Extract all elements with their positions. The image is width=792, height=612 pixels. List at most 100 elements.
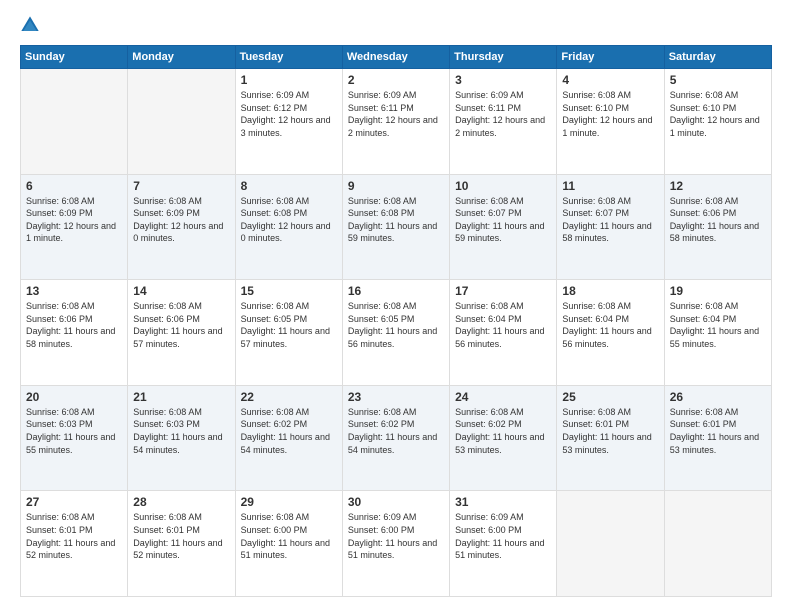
day-number: 27 [26, 495, 122, 509]
calendar-day-cell: 26 Sunrise: 6:08 AM Sunset: 6:01 PM Dayli… [664, 385, 771, 491]
day-info: Sunrise: 6:08 AM Sunset: 6:03 PM Dayligh… [133, 406, 229, 456]
day-info: Sunrise: 6:08 AM Sunset: 6:02 PM Dayligh… [455, 406, 551, 456]
day-number: 3 [455, 73, 551, 87]
calendar-day-cell: 22 Sunrise: 6:08 AM Sunset: 6:02 PM Dayli… [235, 385, 342, 491]
page: SundayMondayTuesdayWednesdayThursdayFrid… [0, 0, 792, 612]
calendar-table: SundayMondayTuesdayWednesdayThursdayFrid… [20, 45, 772, 597]
day-info: Sunrise: 6:08 AM Sunset: 6:04 PM Dayligh… [562, 300, 658, 350]
day-number: 17 [455, 284, 551, 298]
day-number: 9 [348, 179, 444, 193]
day-number: 12 [670, 179, 766, 193]
calendar-day-cell: 21 Sunrise: 6:08 AM Sunset: 6:03 PM Dayli… [128, 385, 235, 491]
day-number: 7 [133, 179, 229, 193]
day-info: Sunrise: 6:08 AM Sunset: 6:01 PM Dayligh… [562, 406, 658, 456]
calendar-day-cell: 4 Sunrise: 6:08 AM Sunset: 6:10 PM Daylig… [557, 69, 664, 175]
calendar-day-cell: 27 Sunrise: 6:08 AM Sunset: 6:01 PM Dayli… [21, 491, 128, 597]
calendar-day-cell [21, 69, 128, 175]
calendar-week-row: 1Sunrise: 6:09 AM Sunset: 6:12 PM Daylig… [21, 69, 772, 175]
day-number: 1 [241, 73, 337, 87]
day-info: Sunrise: 6:08 AM Sunset: 6:07 PM Dayligh… [562, 195, 658, 245]
day-number: 19 [670, 284, 766, 298]
weekday-header: Wednesday [342, 46, 449, 69]
logo-icon [20, 15, 40, 35]
calendar-day-cell: 5Sunrise: 6:08 AM Sunset: 6:10 PM Daylig… [664, 69, 771, 175]
day-number: 20 [26, 390, 122, 404]
day-info: Sunrise: 6:08 AM Sunset: 6:01 PM Dayligh… [133, 511, 229, 561]
day-number: 14 [133, 284, 229, 298]
day-info: Sunrise: 6:09 AM Sunset: 6:11 PM Dayligh… [348, 89, 444, 139]
weekday-header: Monday [128, 46, 235, 69]
calendar-day-cell: 30Sunrise: 6:09 AM Sunset: 6:00 PM Dayli… [342, 491, 449, 597]
day-info: Sunrise: 6:08 AM Sunset: 6:09 PM Dayligh… [26, 195, 122, 245]
day-number: 2 [348, 73, 444, 87]
day-info: Sunrise: 6:08 AM Sunset: 6:08 PM Dayligh… [348, 195, 444, 245]
day-info: Sunrise: 6:08 AM Sunset: 6:06 PM Dayligh… [133, 300, 229, 350]
calendar-day-cell: 2 Sunrise: 6:09 AM Sunset: 6:11 PM Daylig… [342, 69, 449, 175]
calendar-day-cell: 28 Sunrise: 6:08 AM Sunset: 6:01 PM Dayli… [128, 491, 235, 597]
day-info: Sunrise: 6:08 AM Sunset: 6:10 PM Dayligh… [562, 89, 658, 139]
day-number: 30 [348, 495, 444, 509]
day-info: Sunrise: 6:08 AM Sunset: 6:01 PM Dayligh… [670, 406, 766, 456]
day-number: 11 [562, 179, 658, 193]
day-info: Sunrise: 6:08 AM Sunset: 6:01 PM Dayligh… [26, 511, 122, 561]
day-info: Sunrise: 6:08 AM Sunset: 6:02 PM Dayligh… [241, 406, 337, 456]
calendar-day-cell: 17 Sunrise: 6:08 AM Sunset: 6:04 PM Dayli… [450, 280, 557, 386]
day-info: Sunrise: 6:08 AM Sunset: 6:06 PM Dayligh… [26, 300, 122, 350]
calendar-day-cell: 3Sunrise: 6:09 AM Sunset: 6:11 PM Daylig… [450, 69, 557, 175]
calendar-day-cell: 31 Sunrise: 6:09 AM Sunset: 6:00 PM Dayli… [450, 491, 557, 597]
calendar-day-cell: 8Sunrise: 6:08 AM Sunset: 6:08 PM Daylig… [235, 174, 342, 280]
day-number: 22 [241, 390, 337, 404]
calendar-day-cell [557, 491, 664, 597]
header [20, 15, 772, 35]
day-number: 15 [241, 284, 337, 298]
logo [20, 15, 44, 35]
calendar-day-cell: 10Sunrise: 6:08 AM Sunset: 6:07 PM Dayli… [450, 174, 557, 280]
calendar-day-cell: 20 Sunrise: 6:08 AM Sunset: 6:03 PM Dayli… [21, 385, 128, 491]
calendar-day-cell: 12Sunrise: 6:08 AM Sunset: 6:06 PM Dayli… [664, 174, 771, 280]
day-number: 10 [455, 179, 551, 193]
day-number: 24 [455, 390, 551, 404]
day-info: Sunrise: 6:08 AM Sunset: 6:09 PM Dayligh… [133, 195, 229, 245]
calendar-day-cell: 23 Sunrise: 6:08 AM Sunset: 6:02 PM Dayli… [342, 385, 449, 491]
weekday-header: Saturday [664, 46, 771, 69]
day-info: Sunrise: 6:08 AM Sunset: 6:03 PM Dayligh… [26, 406, 122, 456]
calendar-day-cell: 29 Sunrise: 6:08 AM Sunset: 6:00 PM Dayli… [235, 491, 342, 597]
calendar-day-cell: 9 Sunrise: 6:08 AM Sunset: 6:08 PM Daylig… [342, 174, 449, 280]
calendar-week-row: 13 Sunrise: 6:08 AM Sunset: 6:06 PM Dayli… [21, 280, 772, 386]
day-info: Sunrise: 6:08 AM Sunset: 6:10 PM Dayligh… [670, 89, 766, 139]
weekday-header: Sunday [21, 46, 128, 69]
day-info: Sunrise: 6:08 AM Sunset: 6:05 PM Dayligh… [241, 300, 337, 350]
calendar-day-cell: 13 Sunrise: 6:08 AM Sunset: 6:06 PM Dayli… [21, 280, 128, 386]
calendar-week-row: 6 Sunrise: 6:08 AM Sunset: 6:09 PM Daylig… [21, 174, 772, 280]
day-number: 25 [562, 390, 658, 404]
day-number: 13 [26, 284, 122, 298]
day-number: 29 [241, 495, 337, 509]
day-number: 23 [348, 390, 444, 404]
weekday-header: Thursday [450, 46, 557, 69]
calendar-day-cell: 14 Sunrise: 6:08 AM Sunset: 6:06 PM Dayli… [128, 280, 235, 386]
day-number: 16 [348, 284, 444, 298]
calendar-day-cell: 18 Sunrise: 6:08 AM Sunset: 6:04 PM Dayli… [557, 280, 664, 386]
calendar-day-cell: 16 Sunrise: 6:08 AM Sunset: 6:05 PM Dayli… [342, 280, 449, 386]
day-info: Sunrise: 6:08 AM Sunset: 6:00 PM Dayligh… [241, 511, 337, 561]
calendar-day-cell: 7 Sunrise: 6:08 AM Sunset: 6:09 PM Daylig… [128, 174, 235, 280]
day-number: 31 [455, 495, 551, 509]
calendar-week-row: 20 Sunrise: 6:08 AM Sunset: 6:03 PM Dayli… [21, 385, 772, 491]
day-number: 28 [133, 495, 229, 509]
day-number: 26 [670, 390, 766, 404]
day-info: Sunrise: 6:08 AM Sunset: 6:05 PM Dayligh… [348, 300, 444, 350]
calendar-day-cell: 11 Sunrise: 6:08 AM Sunset: 6:07 PM Dayli… [557, 174, 664, 280]
day-info: Sunrise: 6:08 AM Sunset: 6:04 PM Dayligh… [670, 300, 766, 350]
day-number: 6 [26, 179, 122, 193]
day-info: Sunrise: 6:08 AM Sunset: 6:02 PM Dayligh… [348, 406, 444, 456]
calendar-week-row: 27 Sunrise: 6:08 AM Sunset: 6:01 PM Dayli… [21, 491, 772, 597]
day-number: 18 [562, 284, 658, 298]
calendar-day-cell: 6 Sunrise: 6:08 AM Sunset: 6:09 PM Daylig… [21, 174, 128, 280]
day-info: Sunrise: 6:08 AM Sunset: 6:04 PM Dayligh… [455, 300, 551, 350]
day-info: Sunrise: 6:09 AM Sunset: 6:00 PM Dayligh… [455, 511, 551, 561]
day-number: 21 [133, 390, 229, 404]
weekday-header: Tuesday [235, 46, 342, 69]
calendar-day-cell: 19 Sunrise: 6:08 AM Sunset: 6:04 PM Dayli… [664, 280, 771, 386]
day-info: Sunrise: 6:08 AM Sunset: 6:08 PM Dayligh… [241, 195, 337, 245]
day-number: 4 [562, 73, 658, 87]
